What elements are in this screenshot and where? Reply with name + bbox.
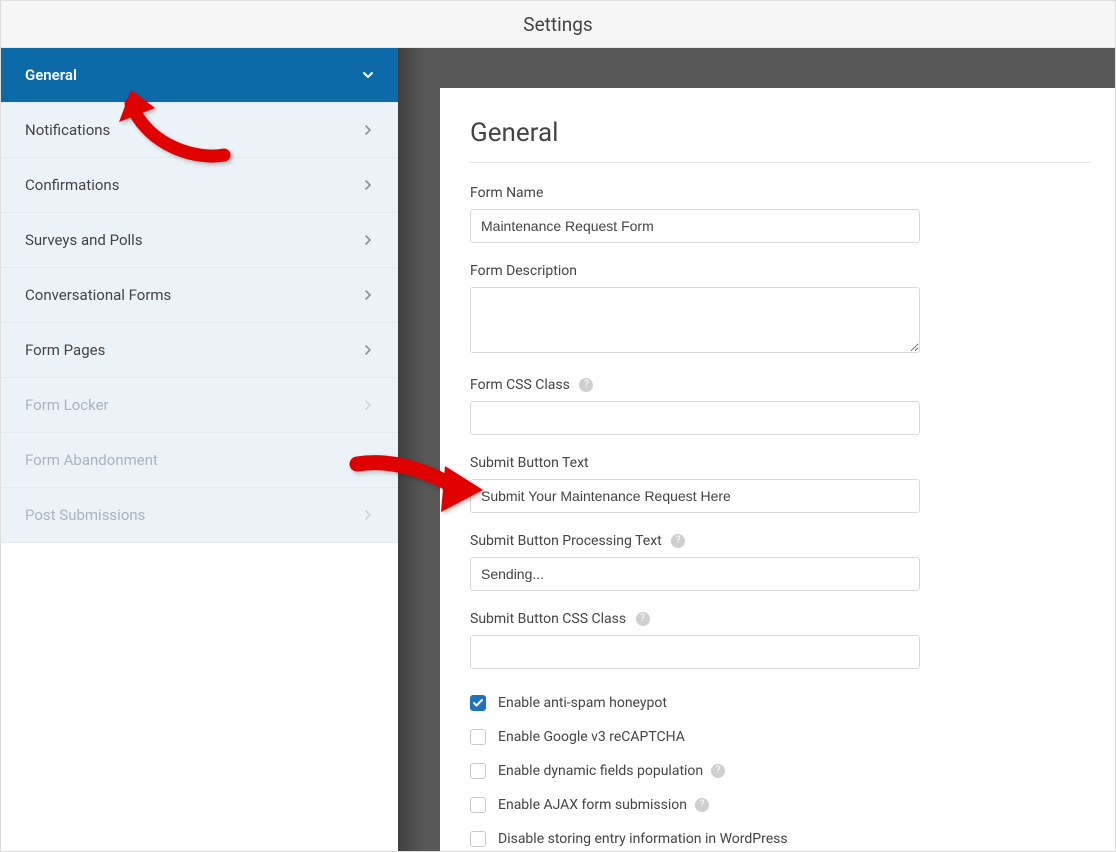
submit-processing-text-label: Submit Button Processing Text ? — [470, 533, 1090, 549]
help-icon[interactable]: ? — [695, 798, 709, 812]
checkbox-google-recaptcha[interactable]: Enable Google v3 reCAPTCHA — [470, 729, 1090, 745]
sidebar-item-label: Form Locker — [25, 396, 109, 414]
checkbox-disable-storing-entry[interactable]: Disable storing entry information in Wor… — [470, 831, 1090, 847]
submit-button-text-label: Submit Button Text — [470, 455, 1090, 471]
checkbox-icon — [470, 831, 486, 847]
submit-processing-text-input[interactable] — [470, 557, 920, 591]
submit-css-class-label: Submit Button CSS Class ? — [470, 611, 1090, 627]
settings-sidebar: General Notifications Confirmations Surv… — [1, 48, 398, 851]
submit-button-text-input[interactable] — [470, 479, 920, 513]
sidebar-item-label: Post Submissions — [25, 506, 145, 524]
checkbox-label: Enable anti-spam honeypot — [498, 695, 667, 711]
chevron-right-icon — [362, 399, 374, 411]
field-form-css-class: Form CSS Class ? — [470, 377, 1090, 435]
checkbox-label: Disable storing entry information in Wor… — [498, 831, 788, 847]
sidebar-item-conversational-forms[interactable]: Conversational Forms — [1, 268, 398, 323]
sidebar-item-notifications[interactable]: Notifications — [1, 103, 398, 158]
checkbox-anti-spam-honeypot[interactable]: Enable anti-spam honeypot — [470, 695, 1090, 711]
help-icon[interactable]: ? — [636, 612, 650, 626]
help-icon[interactable]: ? — [671, 534, 685, 548]
sidebar-item-label: Surveys and Polls — [25, 231, 143, 249]
sidebar-item-label: Conversational Forms — [25, 286, 171, 304]
chevron-right-icon — [362, 289, 374, 301]
chevron-right-icon — [362, 509, 374, 521]
sidebar-item-label: Notifications — [25, 121, 110, 139]
chevron-right-icon — [362, 454, 374, 466]
sidebar-item-form-abandonment[interactable]: Form Abandonment — [1, 433, 398, 488]
sidebar-item-label: General — [25, 66, 77, 84]
page-title: Settings — [1, 1, 1115, 48]
checkbox-ajax-submission[interactable]: Enable AJAX form submission ? — [470, 797, 1090, 813]
sidebar-item-label: Form Abandonment — [25, 451, 158, 469]
form-name-input[interactable] — [470, 209, 920, 243]
checkbox-label: Enable dynamic fields population — [498, 763, 703, 779]
form-name-label: Form Name — [470, 185, 1090, 201]
submit-css-class-input[interactable] — [470, 635, 920, 669]
checkbox-icon — [470, 763, 486, 779]
sidebar-item-post-submissions[interactable]: Post Submissions — [1, 488, 398, 543]
checkbox-label: Enable AJAX form submission — [498, 797, 687, 813]
chevron-right-icon — [362, 124, 374, 136]
checkbox-dynamic-fields-population[interactable]: Enable dynamic fields population ? — [470, 763, 1090, 779]
sidebar-item-surveys-polls[interactable]: Surveys and Polls — [1, 213, 398, 268]
field-submit-css-class: Submit Button CSS Class ? — [470, 611, 1090, 669]
form-css-class-input[interactable] — [470, 401, 920, 435]
field-submit-button-text: Submit Button Text — [470, 455, 1090, 513]
help-icon[interactable]: ? — [579, 378, 593, 392]
chevron-down-icon — [362, 69, 374, 81]
sidebar-item-confirmations[interactable]: Confirmations — [1, 158, 398, 213]
chevron-right-icon — [362, 234, 374, 246]
settings-panel-general: General Form Name Form Description Form … — [440, 88, 1116, 852]
sidebar-item-form-locker[interactable]: Form Locker — [1, 378, 398, 433]
checkbox-icon — [470, 797, 486, 813]
panel-heading: General — [470, 118, 1090, 163]
checkbox-icon — [470, 729, 486, 745]
chevron-right-icon — [362, 344, 374, 356]
field-submit-processing-text: Submit Button Processing Text ? — [470, 533, 1090, 591]
field-form-name: Form Name — [470, 185, 1090, 243]
sidebar-item-label: Confirmations — [25, 176, 119, 194]
checkbox-label: Enable Google v3 reCAPTCHA — [498, 729, 685, 745]
form-css-class-label: Form CSS Class ? — [470, 377, 1090, 393]
sidebar-item-label: Form Pages — [25, 341, 105, 359]
form-description-input[interactable] — [470, 287, 920, 353]
checkbox-icon — [470, 695, 486, 711]
chevron-right-icon — [362, 179, 374, 191]
help-icon[interactable]: ? — [711, 764, 725, 778]
form-description-label: Form Description — [470, 263, 1090, 279]
sidebar-item-form-pages[interactable]: Form Pages — [1, 323, 398, 378]
content-area: General Form Name Form Description Form … — [398, 48, 1115, 851]
field-form-description: Form Description — [470, 263, 1090, 357]
sidebar-item-general[interactable]: General — [1, 48, 398, 103]
